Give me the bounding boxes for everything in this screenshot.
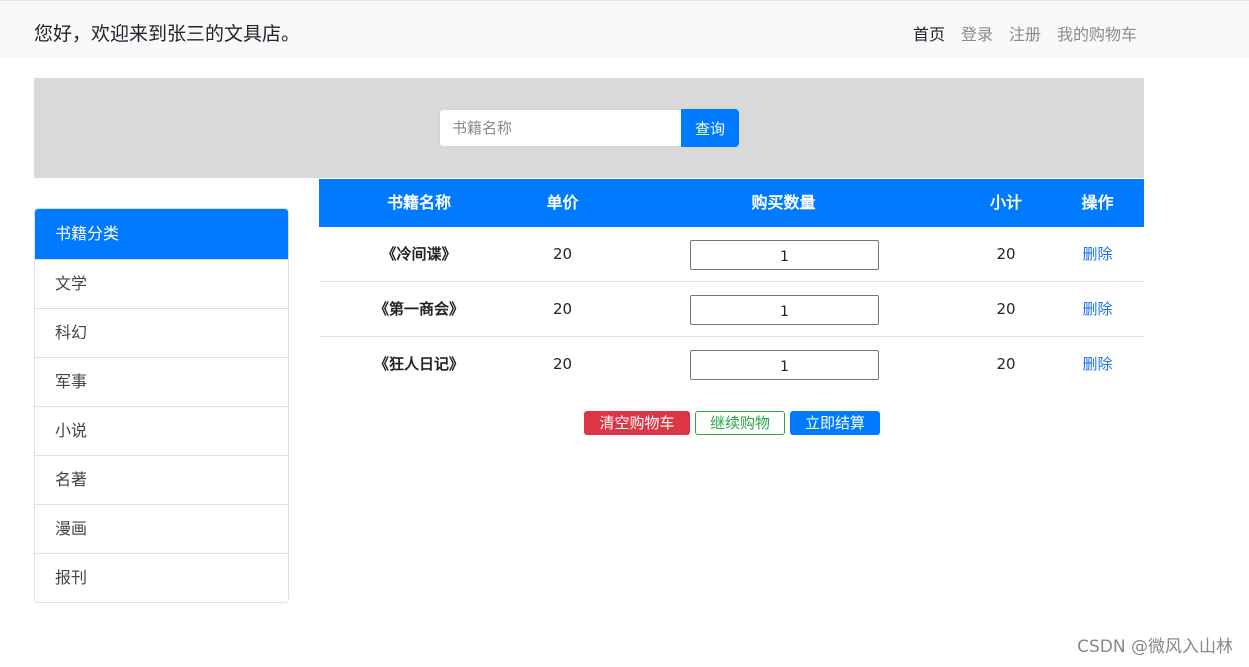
search-group: 查询 <box>439 109 739 147</box>
book-name: 《第一商会》 <box>373 300 464 318</box>
sidebar-item-literature[interactable]: 文学 <box>35 259 288 308</box>
top-nav: 首页 登录 注册 我的购物车 <box>913 21 1137 45</box>
column-header-price: 单价 <box>546 193 579 212</box>
search-band: 查询 <box>34 78 1144 178</box>
search-input[interactable] <box>439 109 681 147</box>
table-row: 《狂人日记》 20 20 删除 <box>319 337 1144 392</box>
unit-price: 20 <box>552 355 573 373</box>
continue-shopping-button[interactable]: 继续购物 <box>695 411 785 435</box>
column-header-quantity: 购买数量 <box>751 193 816 212</box>
column-header-subtotal: 小计 <box>989 193 1022 212</box>
book-name: 《冷间谍》 <box>381 245 457 263</box>
sidebar-item-classics[interactable]: 名著 <box>35 455 288 504</box>
delete-link[interactable]: 删除 <box>1051 227 1144 282</box>
clear-cart-button[interactable]: 清空购物车 <box>584 411 690 435</box>
sidebar-item-comics[interactable]: 漫画 <box>35 504 288 553</box>
sidebar-item-novel[interactable]: 小说 <box>35 406 288 455</box>
book-name: 《狂人日记》 <box>373 355 464 373</box>
delete-link[interactable]: 删除 <box>1051 282 1144 337</box>
brand-text: 您好，欢迎来到张三的文具店。 <box>34 23 301 45</box>
subtotal: 20 <box>996 300 1016 318</box>
sidebar-item-scifi[interactable]: 科幻 <box>35 308 288 357</box>
unit-price: 20 <box>552 300 573 318</box>
sidebar-item-military[interactable]: 军事 <box>35 357 288 406</box>
column-header-name: 书籍名称 <box>386 193 451 212</box>
watermark: CSDN @微风入山林 <box>1077 637 1233 657</box>
nav-home-link[interactable]: 首页 <box>913 21 945 45</box>
subtotal: 20 <box>996 245 1016 263</box>
table-row: 《第一商会》 20 20 删除 <box>319 282 1144 337</box>
search-button[interactable]: 查询 <box>681 109 739 147</box>
unit-price: 20 <box>552 245 573 263</box>
table-row: 《冷间谍》 20 20 删除 <box>319 227 1144 282</box>
sidebar-title: 书籍分类 <box>35 209 288 259</box>
column-header-actions: 操作 <box>1081 193 1114 212</box>
checkout-button[interactable]: 立即结算 <box>790 411 880 435</box>
quantity-input[interactable] <box>690 295 879 325</box>
nav-register-link[interactable]: 注册 <box>1009 21 1041 45</box>
cart-table: 书籍名称 单价 购买数量 小计 操作 《冷间谍》 20 20 删除 《第一商会》… <box>319 179 1144 392</box>
top-navbar: 您好，欢迎来到张三的文具店。 首页 登录 注册 我的购物车 <box>0 0 1249 58</box>
cart-table-header: 书籍名称 单价 购买数量 小计 操作 <box>319 179 1144 227</box>
quantity-input[interactable] <box>690 240 879 270</box>
nav-cart-link[interactable]: 我的购物车 <box>1057 21 1137 45</box>
sidebar-item-periodicals[interactable]: 报刊 <box>35 553 288 602</box>
cart-actions: 清空购物车 继续购物 立即结算 <box>584 411 880 435</box>
nav-login-link[interactable]: 登录 <box>961 21 993 45</box>
delete-link[interactable]: 删除 <box>1051 337 1144 392</box>
quantity-input[interactable] <box>690 350 879 380</box>
subtotal: 20 <box>996 355 1016 373</box>
category-sidebar: 书籍分类 文学 科幻 军事 小说 名著 漫画 报刊 <box>34 208 289 603</box>
